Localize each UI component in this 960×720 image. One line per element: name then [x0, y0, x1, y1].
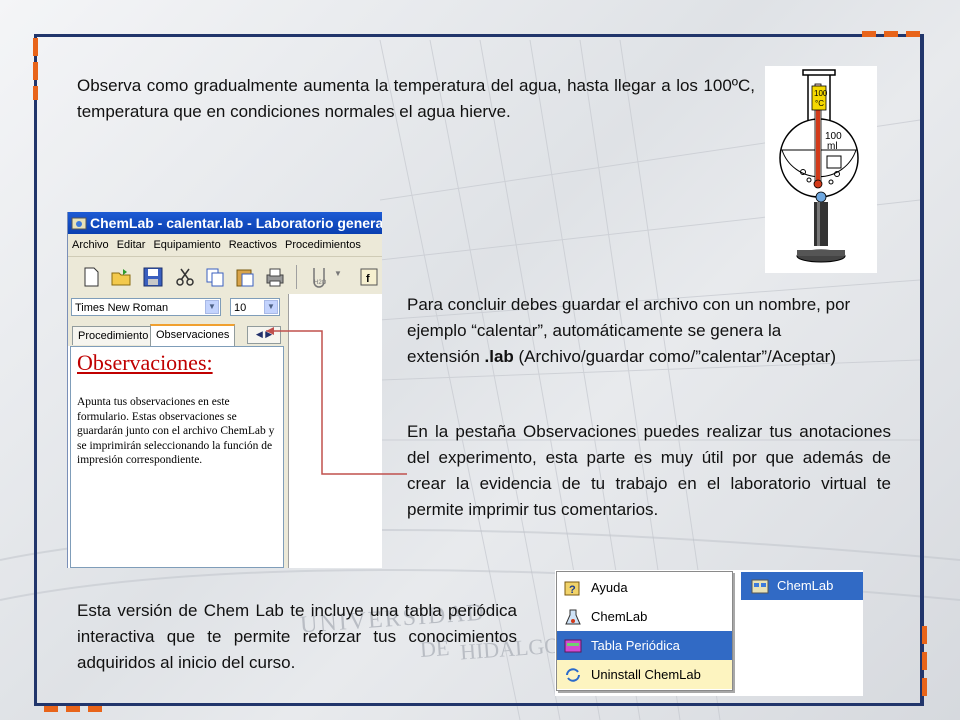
menu-item-ayuda[interactable]: ? Ayuda	[557, 573, 732, 602]
menu-item-tabla-periodica[interactable]: Tabla Periódica	[557, 631, 732, 660]
program-group-icon	[751, 579, 769, 594]
lab-extension: .lab	[484, 347, 514, 366]
menu-item-uninstall-chemlab[interactable]: Uninstall ChemLab	[557, 660, 732, 689]
folder-label: ChemLab	[777, 578, 834, 593]
periodic-table-icon	[564, 639, 582, 653]
chemlab-icon	[565, 609, 581, 625]
uninstall-icon	[566, 668, 580, 682]
observations-paragraph: En la pestaña Observaciones puedes reali…	[407, 422, 891, 519]
periodic-table-paragraph: Esta versión de Chem Lab te incluye una …	[77, 601, 517, 672]
programs-chemlab-folder[interactable]: ChemLab	[741, 572, 863, 600]
save-paragraph: Para concluir debes guardar el archivo c…	[407, 292, 857, 370]
svg-text:?: ?	[569, 584, 576, 596]
menu-item-label: Tabla Periódica	[591, 638, 680, 653]
menu-item-chemlab[interactable]: ChemLab	[557, 602, 732, 631]
start-menu-screenshot: ? Ayuda ChemLab Tabla Periódica Uninstal…	[555, 570, 863, 696]
save-text-2: (Archivo/guardar como/”calentar”/Aceptar…	[513, 347, 836, 366]
help-icon: ?	[564, 581, 580, 596]
menu-item-label: ChemLab	[591, 609, 648, 624]
program-submenu: ? Ayuda ChemLab Tabla Periódica Uninstal…	[556, 571, 733, 691]
menu-item-label: Uninstall ChemLab	[591, 667, 701, 682]
menu-item-label: Ayuda	[591, 580, 628, 595]
